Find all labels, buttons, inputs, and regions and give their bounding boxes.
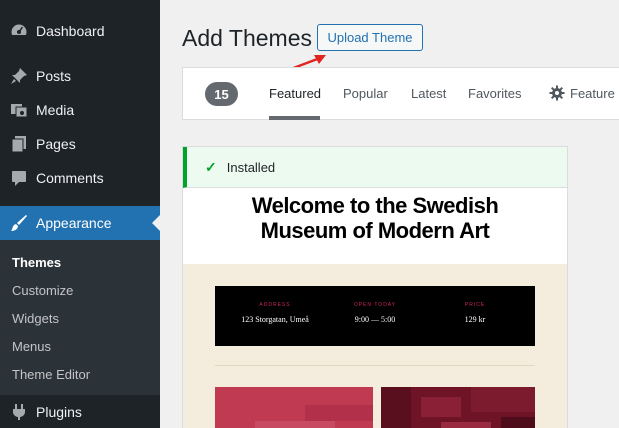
sidebar-item-label: Posts: [36, 68, 72, 84]
sidebar-item-label: Comments: [36, 170, 104, 186]
submenu-item-customize[interactable]: Customize: [12, 283, 73, 298]
tab-popular[interactable]: Popular: [343, 86, 388, 101]
preview-info-address: ADDRESS 123 Storgatan, Umeå: [225, 302, 325, 324]
pushpin-icon: [9, 66, 29, 86]
pages-icon: [9, 134, 29, 154]
preview-title-line: Museum of Modern Art: [260, 218, 490, 243]
sidebar-item-posts[interactable]: Posts: [0, 59, 160, 93]
current-tab-indicator: [269, 116, 320, 120]
tab-latest[interactable]: Latest: [411, 86, 446, 101]
upload-theme-button[interactable]: Upload Theme: [317, 24, 423, 51]
sidebar-item-appearance[interactable]: Appearance: [0, 206, 160, 240]
submenu-item-menus[interactable]: Menus: [12, 339, 51, 354]
admin-sidebar: Dashboard Posts Media Pages Comments App…: [0, 0, 160, 428]
page-title: Add Themes: [182, 25, 312, 51]
dashboard-icon: [9, 21, 29, 41]
preview-info-price: PRICE 129 kr: [425, 302, 525, 324]
appearance-submenu: Themes Customize Widgets Menus Theme Edi…: [0, 240, 160, 395]
sidebar-item-label: Dashboard: [36, 23, 105, 39]
media-icon: [9, 100, 29, 120]
theme-filter-bar: 15 Featured Popular Latest Favorites Fea…: [182, 67, 619, 120]
comments-icon: [9, 168, 29, 188]
preview-divider: [215, 365, 535, 366]
checkmark-icon: ✓: [205, 158, 217, 175]
sidebar-item-comments[interactable]: Comments: [0, 161, 160, 195]
tab-featured[interactable]: Featured: [269, 86, 321, 101]
preview-title-line: Welcome to the Swedish: [251, 193, 499, 218]
feature-filter-link[interactable]: Feature F: [570, 86, 619, 101]
info-heading: OPEN TODAY: [353, 302, 397, 308]
info-heading: ADDRESS: [259, 302, 291, 308]
info-value: 123 Storgatan, Umeå: [241, 315, 309, 324]
installed-label: Installed: [226, 159, 276, 175]
sidebar-item-label: Plugins: [36, 404, 82, 420]
sidebar-item-label: Appearance: [36, 215, 112, 231]
theme-preview-title: Welcome to the Swedish Museum of Modern …: [183, 193, 567, 243]
sidebar-item-dashboard[interactable]: Dashboard: [0, 14, 160, 48]
paintbrush-icon: [9, 213, 29, 233]
info-value: 129 kr: [464, 315, 486, 324]
preview-info-hours: OPEN TODAY 9:00 — 5:00: [325, 302, 425, 324]
sidebar-item-pages[interactable]: Pages: [0, 127, 160, 161]
info-heading: PRICE: [464, 302, 486, 308]
submenu-item-widgets[interactable]: Widgets: [12, 311, 59, 326]
sidebar-item-media[interactable]: Media: [0, 93, 160, 127]
submenu-item-theme-editor[interactable]: Theme Editor: [12, 367, 90, 382]
preview-artwork-left: [215, 387, 373, 428]
theme-card[interactable]: ✓ Installed Welcome to the Swedish Museu…: [182, 146, 568, 428]
plugin-icon: [9, 402, 29, 422]
info-value: 9:00 — 5:00: [354, 315, 396, 324]
submenu-item-themes[interactable]: Themes: [12, 255, 61, 270]
sidebar-item-label: Media: [36, 102, 75, 118]
preview-info-box: ADDRESS 123 Storgatan, Umeå OPEN TODAY 9…: [215, 286, 535, 346]
theme-preview-body: ADDRESS 123 Storgatan, Umeå OPEN TODAY 9…: [183, 264, 567, 428]
installed-notice: ✓ Installed: [183, 147, 567, 188]
sidebar-item-plugins[interactable]: Plugins: [0, 395, 160, 428]
theme-count-badge: 15: [205, 82, 238, 106]
sidebar-item-label: Pages: [36, 136, 76, 152]
gear-icon: [549, 85, 565, 101]
tab-favorites[interactable]: Favorites: [468, 86, 521, 101]
preview-artwork-right: [381, 387, 535, 428]
